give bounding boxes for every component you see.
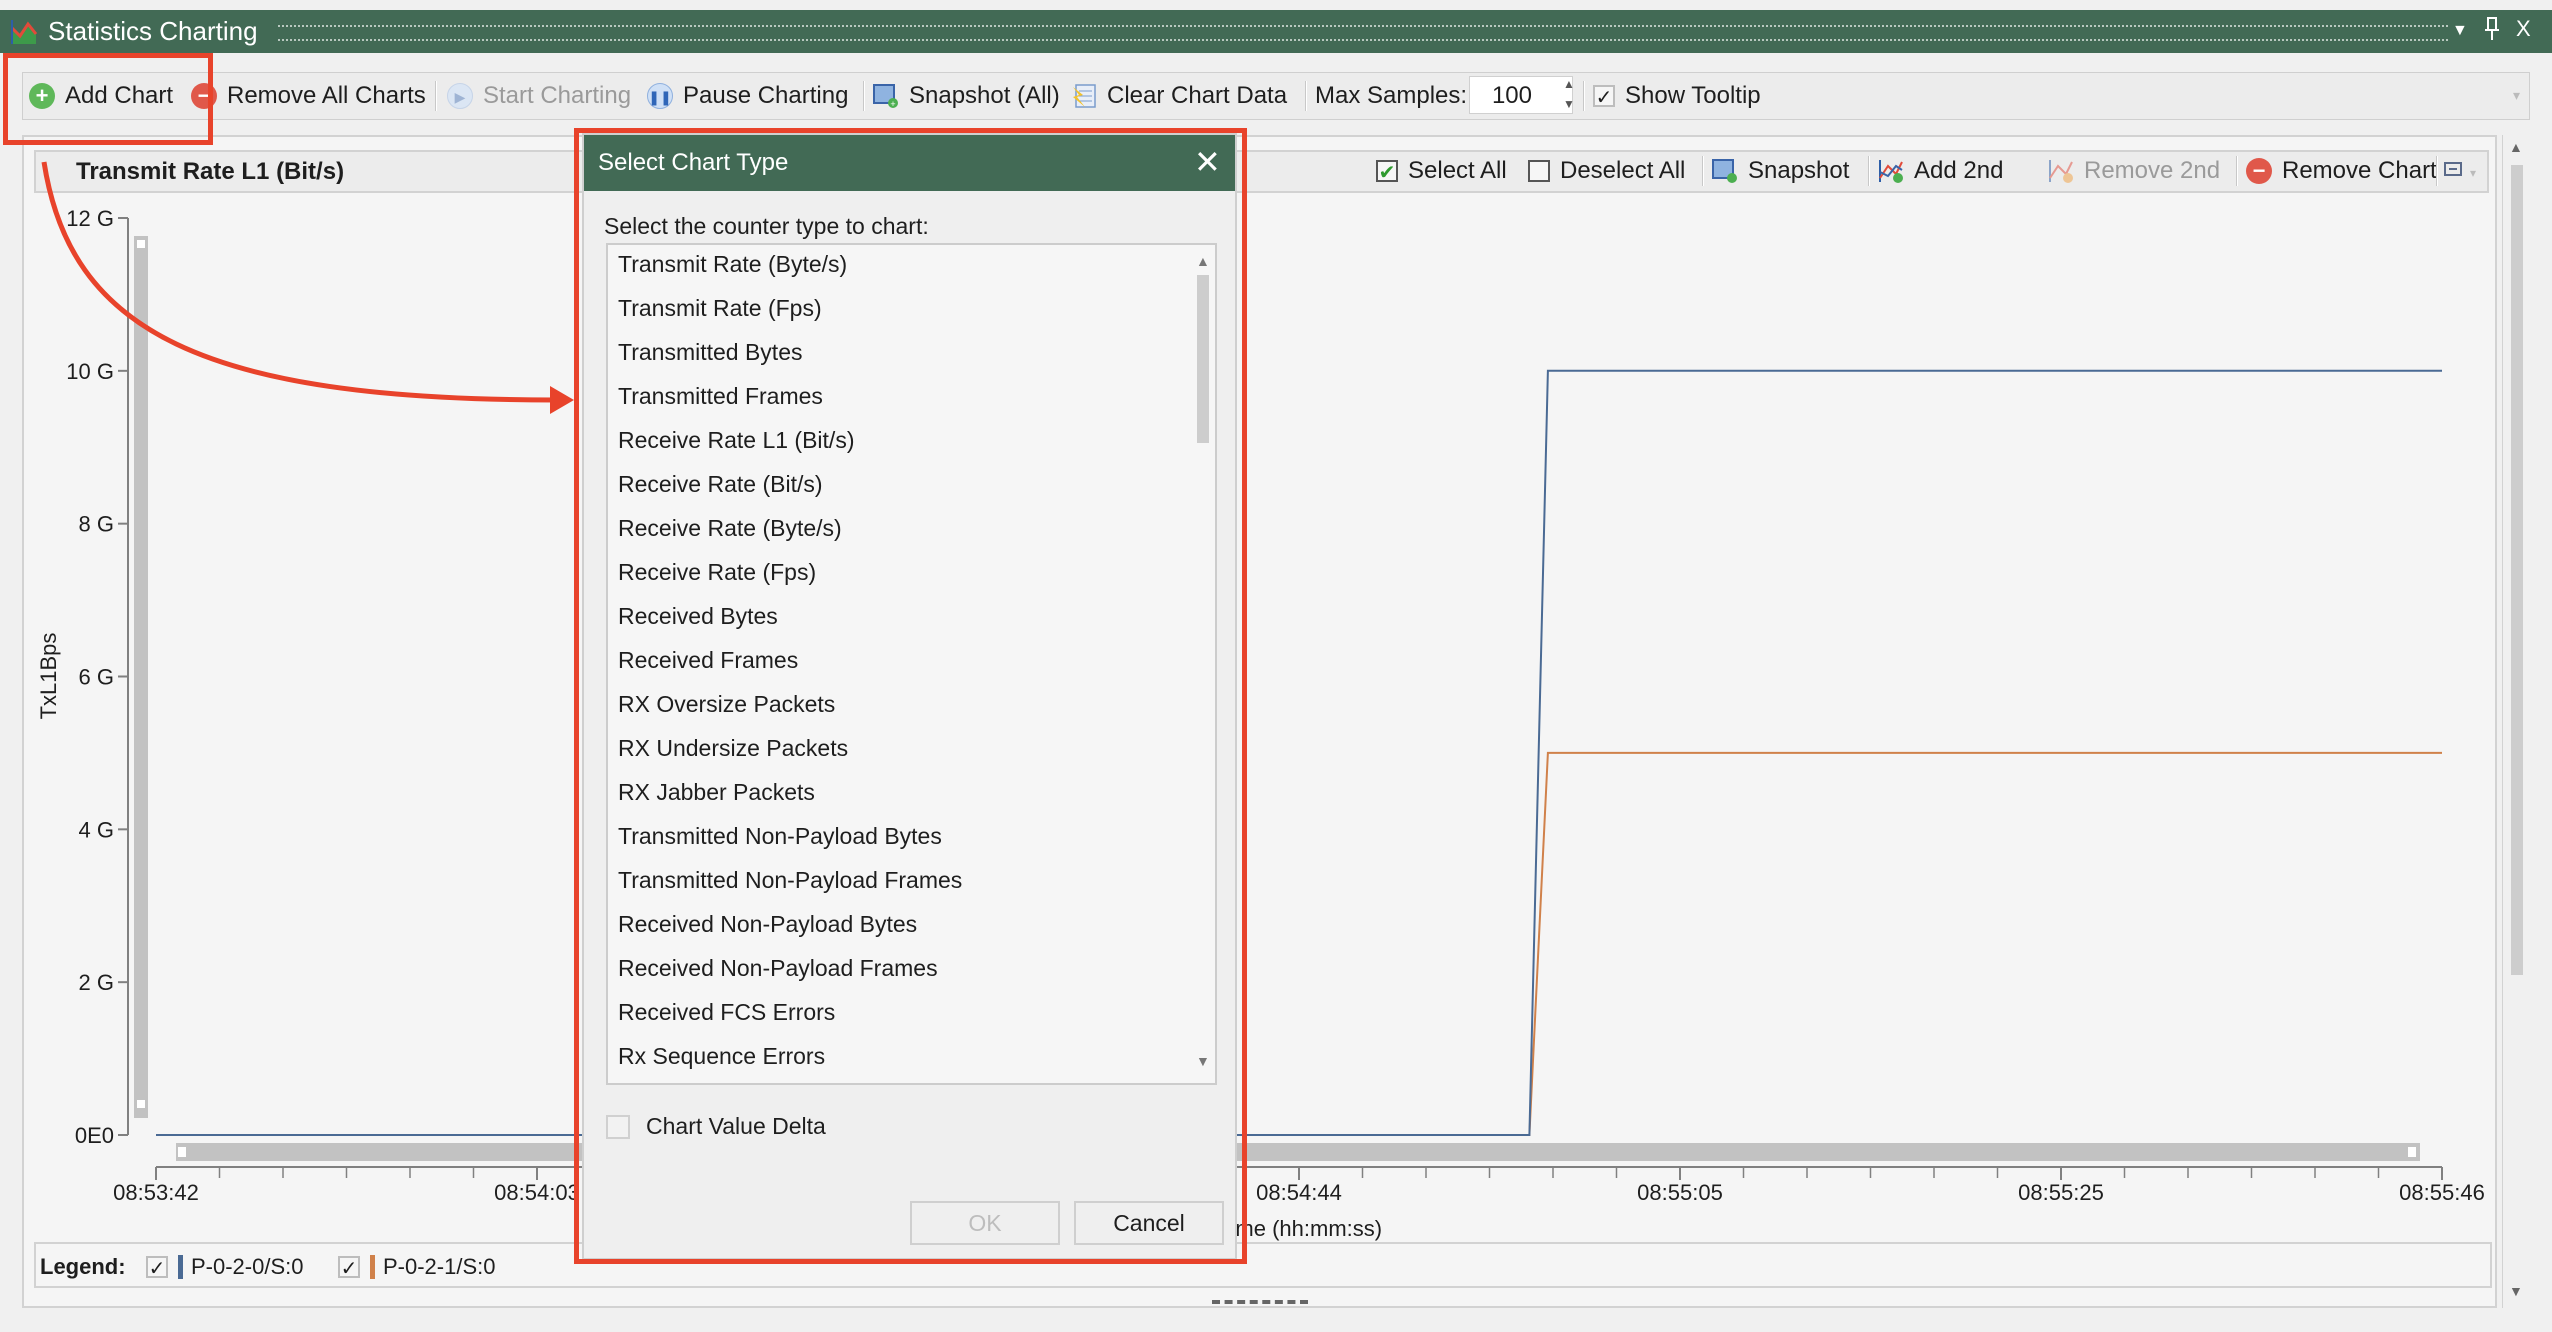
annotation-arrow	[41, 161, 574, 414]
